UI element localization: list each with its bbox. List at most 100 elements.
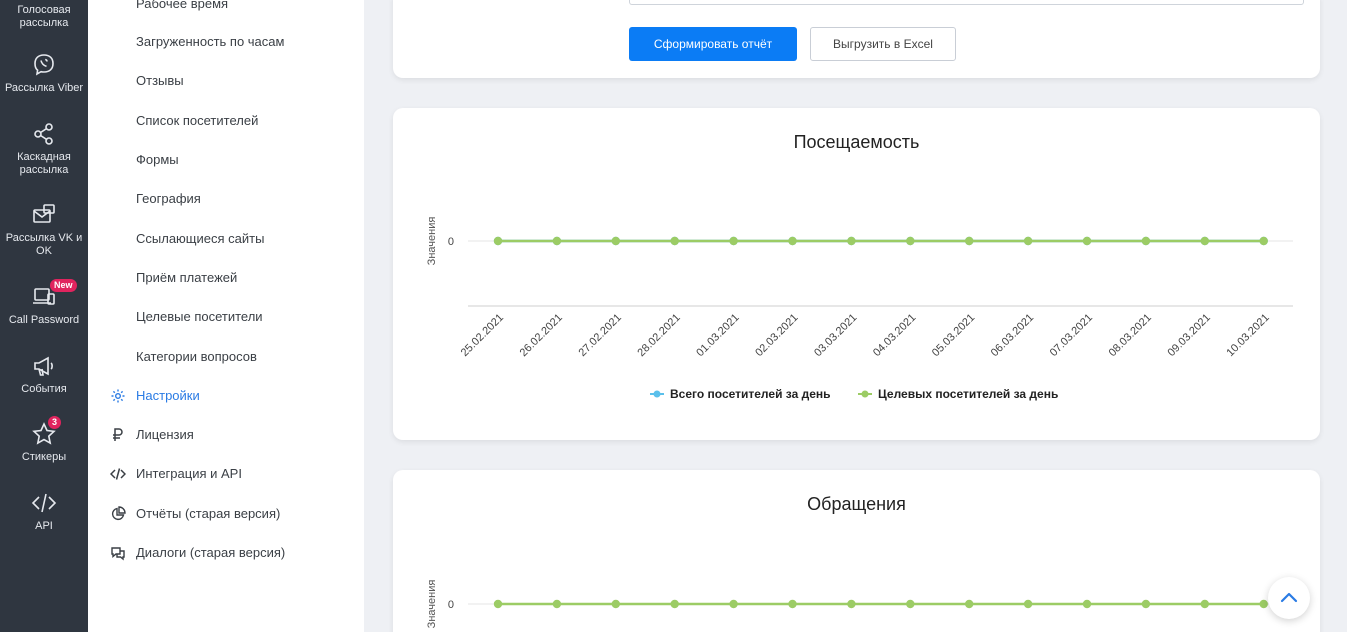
data-point <box>1141 236 1151 246</box>
data-point <box>1200 236 1209 246</box>
rail-item-label: Рассылка Viber <box>4 82 84 94</box>
sidebar-item-settings[interactable]: Настройки <box>136 388 200 404</box>
sidebar-item-forms[interactable]: Формы <box>136 152 179 168</box>
sidebar-item-work-time[interactable]: Рабочее время <box>136 0 228 12</box>
rail-item-label: Рассылка VK и OK <box>5 232 83 257</box>
reports-sidebar: Рабочее время Загруженность по часам Отз… <box>88 0 364 632</box>
sidebar-item-question-categories[interactable]: Категории вопросов <box>136 349 257 365</box>
sidebar-item-visitors-list[interactable]: Список посетителей <box>136 113 258 129</box>
chat-icon <box>110 545 126 561</box>
code-icon <box>109 466 127 482</box>
sidebar-item-reviews[interactable]: Отзывы <box>136 73 184 89</box>
data-point <box>729 236 738 246</box>
x-tick-label: 09.03.2021 <box>1166 312 1213 359</box>
attendance-chart: Значения 0 25.02.2021 26.02.2021 27.02.2021 2… <box>426 217 1293 401</box>
data-point <box>847 236 856 246</box>
data-point <box>788 599 797 609</box>
scroll-top-button[interactable] <box>1268 577 1310 619</box>
data-point <box>552 236 562 246</box>
rail-item-label: Call Password <box>8 314 80 326</box>
rail-item-label: API <box>35 520 53 532</box>
rail-item-api[interactable]: API <box>0 490 88 533</box>
pie-chart-icon <box>110 506 126 522</box>
y-tick-label: 0 <box>448 599 454 611</box>
rail-item-label: Стикеры <box>21 451 67 463</box>
x-tick-label: 10.03.2021 <box>1224 312 1271 359</box>
x-tick-label: 07.03.2021 <box>1048 312 1095 359</box>
x-tick-label: 02.03.2021 <box>753 312 800 359</box>
rail-item-viber[interactable]: Рассылка Viber <box>0 52 88 95</box>
data-point <box>493 599 503 609</box>
x-tick-label: 08.03.2021 <box>1107 312 1154 359</box>
rail-item-label: События <box>21 383 67 395</box>
requests-chart: Значения 0 <box>426 580 1293 629</box>
legend-marker <box>653 390 661 398</box>
new-badge: New <box>50 279 77 292</box>
mail-icon <box>31 202 57 228</box>
sidebar-item-target-visitors[interactable]: Целевые посетители <box>136 309 263 325</box>
rail-item-call-password[interactable]: New Call Password <box>0 279 88 327</box>
rail-item-voice[interactable]: Голосовая рассылка <box>0 4 88 30</box>
requests-chart-card: Обращения Значения 0 <box>393 470 1320 632</box>
rail-item-cascade[interactable]: Каскадная рассылка <box>0 121 88 177</box>
sidebar-item-geography[interactable]: География <box>136 191 201 207</box>
y-axis-label: Значения <box>426 217 438 266</box>
sidebar-item-referrers[interactable]: Ссылающиеся сайты <box>136 231 264 247</box>
data-point <box>847 599 856 609</box>
main-rail: Голосовая рассылка Рассылка Viber Каскад… <box>0 0 88 632</box>
sidebar-item-old-reports[interactable]: Отчёты (старая версия) <box>136 506 280 522</box>
stickers-count-badge: 3 <box>48 416 62 429</box>
rail-item-stickers[interactable]: 3 Стикеры <box>0 416 88 464</box>
data-point <box>1141 599 1151 609</box>
data-point <box>493 236 503 246</box>
x-tick-label: 04.03.2021 <box>871 312 918 359</box>
data-point <box>906 236 915 246</box>
gear-icon <box>110 388 126 404</box>
sidebar-item-license[interactable]: Лицензия <box>136 427 194 443</box>
sidebar-item-payments[interactable]: Приём платежей <box>136 270 237 286</box>
legend-label: Всего посетителей за день <box>670 387 831 401</box>
x-tick-label: 28.02.2021 <box>635 312 682 359</box>
y-tick-label: 0 <box>448 236 454 248</box>
rail-item-label: Голосовая рассылка <box>17 4 71 29</box>
x-tick-label: 05.03.2021 <box>930 312 977 359</box>
rail-item-label: Каскадная рассылка <box>17 151 71 176</box>
data-point <box>788 236 797 246</box>
data-point <box>729 599 738 609</box>
data-point <box>552 599 562 609</box>
attendance-chart-card: Посещаемость Значения 0 25.02.2021 26.02.20… <box>393 108 1320 440</box>
x-tick-label: 01.03.2021 <box>694 312 741 359</box>
legend-label: Целевых посетителей за день <box>878 387 1058 401</box>
data-point <box>670 599 679 609</box>
rail-item-events[interactable]: События <box>0 353 88 396</box>
generate-report-button[interactable]: Сформировать отчёт <box>629 27 797 61</box>
data-point <box>1259 236 1268 246</box>
viber-icon <box>31 52 57 78</box>
export-excel-button[interactable]: Выгрузить в Excel <box>810 27 956 61</box>
megaphone-icon <box>31 353 57 379</box>
x-tick-label: 25.02.2021 <box>459 312 506 359</box>
filter-input[interactable] <box>629 0 1304 5</box>
sidebar-item-hourly-load[interactable]: Загруженность по часам <box>136 34 284 50</box>
data-point <box>1023 599 1033 609</box>
x-tick-label: 26.02.2021 <box>518 312 565 359</box>
rail-item-vk-ok[interactable]: Рассылка VK и OK <box>0 202 88 258</box>
data-point <box>1023 236 1033 246</box>
data-point <box>1259 599 1268 609</box>
share-icon <box>31 121 57 147</box>
data-point <box>965 236 974 246</box>
data-point <box>965 599 974 609</box>
sidebar-item-old-dialogs[interactable]: Диалоги (старая версия) <box>136 545 285 561</box>
ruble-icon <box>110 427 126 443</box>
x-tick-label: 06.03.2021 <box>989 312 1036 359</box>
data-point <box>1200 599 1209 609</box>
data-point <box>670 236 679 246</box>
data-point <box>906 599 915 609</box>
legend-marker <box>861 390 869 398</box>
chevron-up-icon <box>1280 592 1298 603</box>
code-icon <box>31 490 57 516</box>
data-point <box>1082 236 1092 246</box>
data-point <box>1082 599 1092 609</box>
y-axis-label: Значения <box>426 580 438 629</box>
sidebar-item-integration-api[interactable]: Интеграция и API <box>136 466 242 482</box>
